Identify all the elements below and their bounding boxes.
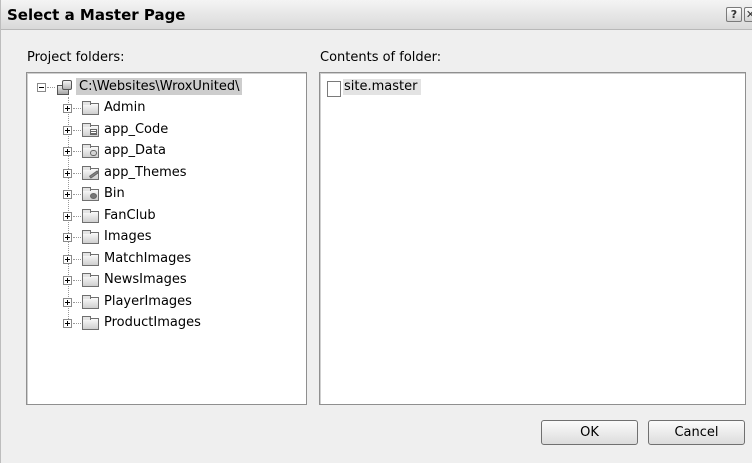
tree-node-bin[interactable]: Bin [63,185,283,205]
tree-node-playerimages[interactable]: PlayerImages [63,293,283,313]
tree-connector [47,87,55,88]
tree-node-label: ProductImages [104,315,201,330]
folder-icon [82,273,99,287]
project-folders-label: Project folders: [27,50,125,65]
ok-button[interactable]: OK [541,420,638,445]
expand-toggle[interactable] [63,104,72,113]
expand-toggle[interactable] [63,233,72,242]
tree-connector [73,194,81,195]
help-button[interactable]: ? [726,7,742,22]
tree-connector [73,173,81,174]
tree-connector [73,302,81,303]
tree-connector [73,151,81,152]
dialog-title: Select a Master Page [7,6,186,24]
expand-toggle[interactable] [63,298,72,307]
code-folder-icon [82,123,99,137]
tree-connector [73,237,81,238]
tree-node-fanclub[interactable]: FanClub [63,207,283,227]
tree-node-label: Bin [104,186,125,201]
folder-icon [82,316,99,330]
project-icon [57,80,72,95]
expand-toggle[interactable] [63,126,72,135]
tree-node-label: app_Themes [104,165,187,180]
expand-toggle[interactable] [63,255,72,264]
tree-connector [73,108,81,109]
tree-node-label: Images [104,229,152,244]
select-master-page-dialog: Select a Master Page ? ✕ Project folders… [0,0,752,463]
tree-connector [73,216,81,217]
expand-toggle[interactable] [63,212,72,221]
tree-node-label: FanClub [104,208,156,223]
folder-icon [82,101,99,115]
tree-node-matchimages[interactable]: MatchImages [63,250,283,270]
master-page-file-icon [327,81,341,97]
close-button[interactable]: ✕ [744,7,752,22]
tree-node-app-themes[interactable]: app_Themes [63,164,283,184]
tree-node-label: app_Code [104,122,169,137]
folder-icon [82,295,99,309]
tree-node-app-data[interactable]: app_Data [63,142,283,162]
collapse-toggle[interactable] [37,83,46,92]
tree-connector [73,130,81,131]
expand-toggle[interactable] [63,190,72,199]
tree-node-label: MatchImages [104,251,192,266]
tree-node-label: NewsImages [104,272,187,287]
tree-root-label: C:\Websites\WroxUnited\ [76,78,243,95]
themes-folder-icon [82,166,99,180]
data-folder-icon [82,144,99,158]
tree-node-label: app_Data [104,143,167,158]
folder-icon [82,209,99,223]
folder-contents-list[interactable] [319,72,746,405]
title-bar: Select a Master Page ? ✕ [1,0,752,30]
tree-connector [73,280,81,281]
bin-folder-icon [82,187,99,201]
expand-toggle[interactable] [63,276,72,285]
contents-of-folder-label: Contents of folder: [320,50,442,65]
tree-node-newsimages[interactable]: NewsImages [63,271,283,291]
expand-toggle[interactable] [63,147,72,156]
expand-toggle[interactable] [63,319,72,328]
folder-icon [82,230,99,244]
tree-connector [73,323,81,324]
tree-node-productimages[interactable]: ProductImages [63,314,283,334]
tree-connector [73,259,81,260]
tree-node-label: PlayerImages [104,294,192,309]
tree-node-admin[interactable]: Admin [63,99,283,119]
file-label: site.master [343,79,422,95]
folder-icon [82,252,99,266]
tree-node-images[interactable]: Images [63,228,283,248]
tree-node-label: Admin [104,100,146,115]
cancel-button[interactable]: Cancel [648,420,745,445]
tree-node-app-code[interactable]: app_Code [63,121,283,141]
expand-toggle[interactable] [63,169,72,178]
tree-root-node[interactable]: C:\Websites\WroxUnited\ [37,78,297,98]
